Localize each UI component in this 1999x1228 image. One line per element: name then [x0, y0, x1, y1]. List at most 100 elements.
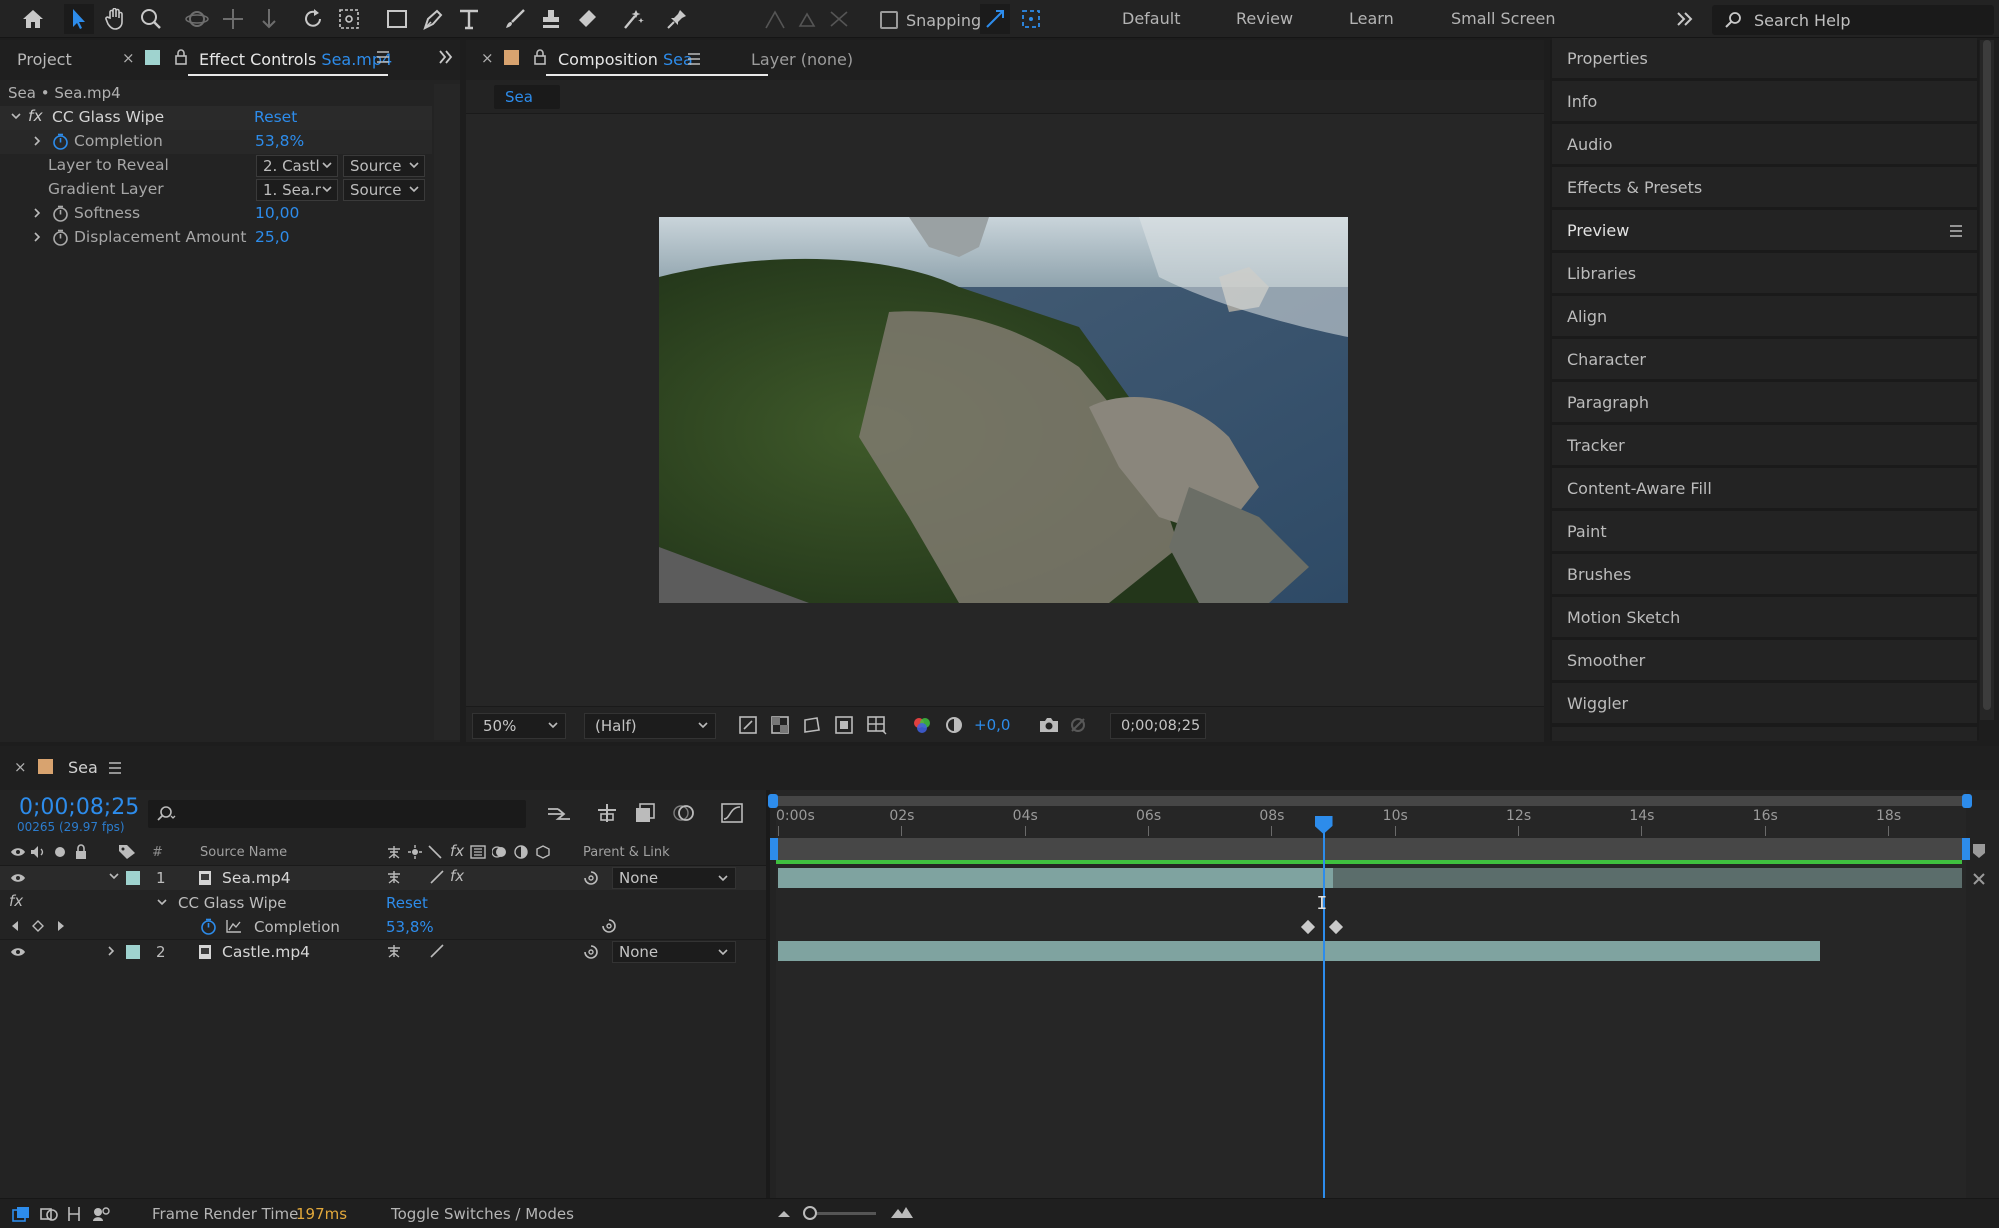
- lock-icon[interactable]: [174, 49, 188, 65]
- close-tab-icon[interactable]: ×: [481, 49, 494, 67]
- eraser-tool-icon[interactable]: [572, 4, 602, 34]
- scrollbar-thumb[interactable]: [1983, 40, 1991, 710]
- zoom-out-icon[interactable]: [776, 1207, 792, 1219]
- quality-slash-icon[interactable]: [430, 870, 444, 884]
- column-parent-link[interactable]: Parent & Link: [583, 845, 670, 860]
- audio-toggle-icon[interactable]: [30, 845, 46, 859]
- frame-blend-switch-icon[interactable]: [470, 845, 486, 859]
- panel-menu-icon[interactable]: [687, 52, 701, 66]
- workspace-learn[interactable]: Learn: [1349, 9, 1394, 28]
- snapshot-camera-icon[interactable]: [1038, 715, 1060, 735]
- tab-effect-controls[interactable]: Effect Controls Sea.mp4: [199, 50, 392, 69]
- quality-switch-icon[interactable]: [428, 845, 442, 859]
- eye-icon[interactable]: [10, 872, 26, 884]
- in-out-icon[interactable]: [66, 1206, 82, 1222]
- eye-icon[interactable]: [10, 946, 26, 958]
- comp-marker-bin-icon[interactable]: [1970, 842, 1988, 860]
- motion-blur-icon[interactable]: [672, 802, 696, 824]
- video-toggle-icon[interactable]: [10, 846, 26, 858]
- render-queue-icon[interactable]: [12, 1206, 30, 1222]
- effect-controls-scrollbar[interactable]: [434, 84, 460, 740]
- panel-effects-presets[interactable]: Effects & Presets: [1552, 167, 1977, 209]
- layer-label-swatch[interactable]: [126, 871, 140, 885]
- roto-brush-icon[interactable]: [618, 4, 648, 34]
- panel-tracker[interactable]: Tracker: [1552, 425, 1977, 467]
- chevron-right-icon[interactable]: [32, 207, 42, 219]
- snap-features-icon[interactable]: [1016, 4, 1046, 34]
- layer-lock-switch-icon[interactable]: [1970, 870, 1988, 888]
- panel-character[interactable]: Character: [1552, 339, 1977, 381]
- work-area-start-handle[interactable]: [770, 838, 778, 860]
- navigator-start-handle[interactable]: [768, 794, 778, 808]
- close-tab-icon[interactable]: ×: [14, 758, 27, 776]
- effect-reset-link[interactable]: Reset: [386, 894, 428, 912]
- chevron-down-icon[interactable]: [10, 110, 22, 122]
- parent-dropdown-layer-2[interactable]: None: [612, 941, 736, 963]
- panel-menu-icon[interactable]: [376, 50, 390, 64]
- show-snapshot-icon[interactable]: [1068, 715, 1088, 735]
- exposure-value[interactable]: +0,0: [974, 716, 1010, 734]
- prop-value-displacement-amount[interactable]: 25,0: [255, 228, 290, 246]
- puppet-pin-icon[interactable]: [662, 4, 692, 34]
- selection-tool-icon[interactable]: [64, 4, 94, 34]
- column-source-name[interactable]: Source Name: [200, 845, 287, 860]
- panel-menu-icon[interactable]: [1949, 224, 1963, 238]
- collapse-switch-icon[interactable]: [408, 845, 422, 859]
- prop-value-completion[interactable]: 53,8%: [255, 132, 304, 150]
- reset-exposure-icon[interactable]: [944, 715, 964, 735]
- axis-local-icon[interactable]: [760, 4, 790, 34]
- axis-view-icon[interactable]: [824, 4, 854, 34]
- lock-icon[interactable]: [533, 49, 547, 65]
- comp-subtab-sea[interactable]: Sea: [494, 85, 560, 109]
- flowchart-toggle-icon[interactable]: [92, 1206, 110, 1222]
- workspace-default[interactable]: Default: [1122, 9, 1180, 28]
- layer-bar-sea-highlight[interactable]: [778, 868, 1333, 888]
- 3d-layer-icon[interactable]: [536, 845, 550, 859]
- prev-keyframe-icon[interactable]: [10, 920, 20, 932]
- pen-tool-icon[interactable]: [418, 4, 448, 34]
- shy-switch-icon[interactable]: [386, 870, 402, 884]
- frame-blending-icon[interactable]: [634, 802, 656, 824]
- timeline-timecode[interactable]: 0;00;08;25: [19, 795, 139, 820]
- expression-pick-whip-icon[interactable]: [600, 918, 618, 934]
- rectangle-tool-icon[interactable]: [382, 4, 412, 34]
- graph-icon[interactable]: [226, 919, 242, 933]
- layer-bar-castle[interactable]: [778, 941, 1821, 961]
- expand-panels-icon[interactable]: [438, 50, 454, 64]
- toggle-switches-modes[interactable]: Toggle Switches / Modes: [391, 1205, 574, 1223]
- stopwatch-active-icon[interactable]: [200, 918, 217, 935]
- completion-value[interactable]: 53,8%: [386, 918, 434, 936]
- color-channel-icon[interactable]: [912, 715, 932, 735]
- fx-switch-icon[interactable]: fx: [450, 867, 464, 885]
- hand-tool-icon[interactable]: [100, 4, 130, 34]
- comp-mini-flowchart-icon[interactable]: [546, 804, 572, 824]
- fx-icon[interactable]: fx: [450, 842, 464, 860]
- chevron-right-icon[interactable]: [106, 945, 116, 957]
- timeline-tab-sea[interactable]: Sea: [68, 758, 98, 777]
- parent-dropdown-layer-1[interactable]: None: [612, 867, 736, 889]
- time-navigator-range[interactable]: [770, 796, 1968, 806]
- snapping-toggle[interactable]: Snapping: [880, 10, 981, 30]
- shy-switch-icon[interactable]: [386, 944, 402, 958]
- next-keyframe-icon[interactable]: [56, 920, 66, 932]
- tab-layer[interactable]: Layer (none): [751, 50, 853, 69]
- chevron-down-icon[interactable]: [156, 896, 168, 908]
- quality-slash-icon[interactable]: [430, 944, 444, 958]
- panel-preview[interactable]: Preview: [1552, 210, 1977, 252]
- chevron-right-icon[interactable]: [32, 135, 42, 147]
- work-area-end-handle[interactable]: [1962, 838, 1970, 860]
- workspace-review[interactable]: Review: [1236, 9, 1293, 28]
- panel-brushes[interactable]: Brushes: [1552, 554, 1977, 596]
- viewer-timecode[interactable]: 0;00;08;25: [1110, 713, 1206, 739]
- solo-icon[interactable]: [55, 847, 65, 857]
- region-of-interest-icon[interactable]: [834, 715, 854, 735]
- layer-label-swatch[interactable]: [126, 945, 140, 959]
- label-tag-icon[interactable]: [118, 844, 136, 860]
- gradient-layer-source-dropdown[interactable]: Source: [343, 179, 425, 201]
- search-help-field[interactable]: Search Help: [1712, 5, 1994, 35]
- transparency-grid-icon[interactable]: [770, 715, 790, 735]
- composition-viewer-image[interactable]: [659, 217, 1348, 603]
- tab-project[interactable]: Project: [17, 50, 72, 69]
- work-area-bar[interactable]: [776, 838, 1962, 860]
- fx-icon[interactable]: fx: [9, 892, 23, 910]
